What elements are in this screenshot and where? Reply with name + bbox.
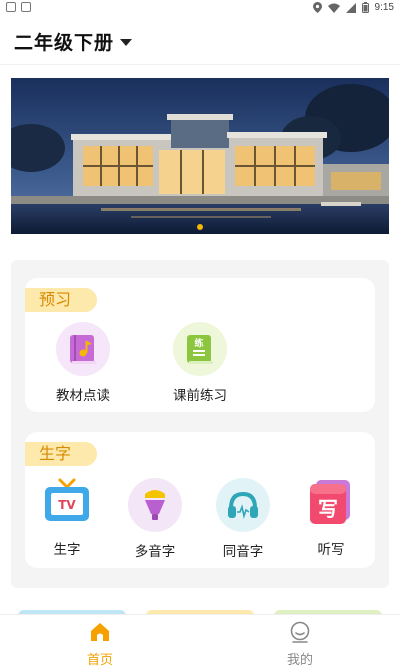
status-notification-icons bbox=[6, 2, 31, 12]
bottom-tab-bar: 首页 我的 bbox=[0, 614, 400, 666]
status-system-icons: 9:15 bbox=[312, 2, 394, 13]
battery-icon bbox=[361, 2, 369, 13]
dictation-button[interactable]: 写 听写 bbox=[291, 476, 371, 558]
textbook-read-button[interactable]: 教材点读 bbox=[43, 322, 123, 404]
practice-label: 课前练习 bbox=[173, 388, 227, 404]
tab-profile-label: 我的 bbox=[286, 653, 313, 666]
write-card-icon: 写 bbox=[304, 476, 358, 530]
home-icon bbox=[91, 623, 109, 641]
textbook-read-label: 教材点读 bbox=[56, 388, 110, 404]
section-tag-characters: 生字 bbox=[25, 442, 98, 466]
banner-carousel[interactable] bbox=[11, 78, 389, 234]
status-time: 9:15 bbox=[374, 2, 394, 13]
banner-dot-active bbox=[197, 224, 203, 230]
status-bar: 9:15 bbox=[0, 0, 400, 16]
signal-icon bbox=[345, 2, 356, 13]
page-title: 二年级下册 bbox=[14, 32, 115, 54]
polyphone-button[interactable]: 多音字 bbox=[115, 478, 195, 560]
banner-image bbox=[11, 78, 389, 234]
tv-icon: TV bbox=[40, 476, 94, 530]
wifi-icon bbox=[327, 3, 340, 13]
svg-text:TV: TV bbox=[58, 498, 76, 512]
textbook-read-icon bbox=[56, 322, 110, 376]
new-characters-button[interactable]: TV 生字 bbox=[27, 476, 107, 558]
homophone-button[interactable]: 同音字 bbox=[203, 478, 283, 560]
profile-icon bbox=[290, 621, 310, 643]
section-tag-preview: 预习 bbox=[25, 288, 98, 312]
tab-home-label: 首页 bbox=[86, 653, 113, 666]
characters-card: 生字 TV 生字 多音字 同音字 写 听写 bbox=[25, 432, 375, 568]
headphones-icon bbox=[216, 478, 270, 532]
banner-indicator bbox=[0, 224, 400, 230]
practice-button[interactable]: 练 课前练习 bbox=[160, 322, 240, 404]
svg-text:练: 练 bbox=[194, 337, 203, 349]
location-icon bbox=[312, 2, 322, 13]
header-divider bbox=[0, 64, 400, 65]
tab-profile[interactable]: 我的 bbox=[260, 621, 340, 666]
microphone-icon bbox=[128, 478, 182, 532]
preview-card: 预习 教材点读 练 课前练习 bbox=[25, 278, 375, 412]
caret-down-icon bbox=[120, 39, 133, 46]
polyphone-label: 多音字 bbox=[134, 544, 176, 560]
practice-book-icon: 练 bbox=[173, 322, 227, 376]
content-panel: 预习 教材点读 练 课前练习 生字 TV 生字 多音字 同音字 写 听写 bbox=[11, 260, 389, 588]
svg-text:写: 写 bbox=[318, 497, 338, 521]
new-characters-label: 生字 bbox=[53, 542, 81, 558]
notification-icon bbox=[6, 2, 16, 12]
notification-icon bbox=[21, 2, 31, 12]
dictation-label: 听写 bbox=[317, 542, 345, 558]
grade-selector[interactable]: 二年级下册 bbox=[14, 28, 133, 55]
homophone-label: 同音字 bbox=[222, 544, 264, 560]
tab-home[interactable]: 首页 bbox=[60, 621, 140, 666]
